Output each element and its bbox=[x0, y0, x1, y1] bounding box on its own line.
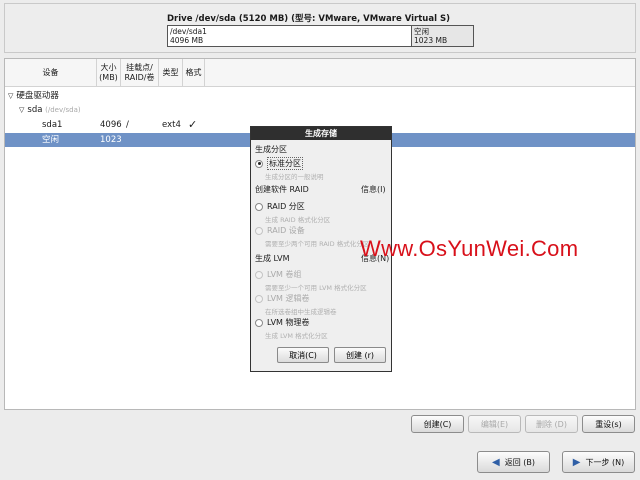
radio-lvm-physical-volume[interactable]: LVM 物理卷 bbox=[255, 317, 310, 328]
option-label: LVM 逻辑卷 bbox=[267, 294, 310, 303]
option-description: 生成分区的一般说明 bbox=[265, 173, 324, 181]
partition-segment-free[interactable]: 空闲 1023 MB bbox=[412, 26, 473, 46]
radio-lvm-volume-group[interactable]: LVM 卷组 bbox=[255, 269, 302, 280]
reset-button[interactable]: 重设(s) bbox=[582, 415, 635, 433]
cell-mount: / bbox=[126, 120, 129, 130]
drive-overview: Drive /dev/sda (5120 MB) (型号: VMware, VM… bbox=[4, 3, 636, 53]
radio-unselected-icon[interactable] bbox=[255, 318, 263, 327]
next-label: 下一步 (N) bbox=[585, 457, 625, 467]
column-header-mount[interactable]: 挂载点/ RAID/卷 bbox=[121, 59, 159, 87]
option-description: 生成 RAID 格式化分区 bbox=[265, 216, 331, 224]
arrow-right-icon: ▶ bbox=[572, 456, 581, 468]
option-label: RAID 设备 bbox=[267, 226, 305, 235]
option-description: 需要至少一个可用 LVM 格式化分区 bbox=[265, 284, 367, 292]
radio-selected-icon[interactable] bbox=[255, 159, 263, 168]
option-label: RAID 分区 bbox=[267, 202, 305, 211]
delete-button[interactable]: 删除 (D) bbox=[525, 415, 578, 433]
option-description: 在所选卷组中生成逻辑卷 bbox=[265, 308, 337, 316]
partition-segment-sda1[interactable]: /dev/sda1 4096 MB bbox=[168, 26, 412, 46]
column-header-device[interactable]: 设备 bbox=[5, 59, 97, 87]
dialog-cancel-button[interactable]: 取消(C) bbox=[277, 347, 329, 363]
segment-size: 1023 MB bbox=[414, 36, 448, 45]
cell-device: 空闲 bbox=[42, 135, 60, 145]
row-label: sda bbox=[27, 105, 43, 115]
radio-lvm-logical-volume[interactable]: LVM 逻辑卷 bbox=[255, 293, 310, 304]
dialog-title: 生成存储 bbox=[251, 127, 391, 140]
radio-raid-device[interactable]: RAID 设备 bbox=[255, 225, 305, 236]
radio-unselected-icon[interactable] bbox=[255, 202, 263, 211]
expander-triangle-icon[interactable]: ▽ bbox=[8, 89, 13, 103]
table-row-hard-drives[interactable]: ▽ 硬盘驱动器 bbox=[5, 89, 635, 103]
edit-button[interactable]: 编辑(E) bbox=[468, 415, 521, 433]
table-row-sda[interactable]: ▽ sda (/dev/sda) bbox=[5, 103, 635, 117]
next-button[interactable]: ▶ 下一步 (N) bbox=[562, 451, 635, 473]
disk-path: (/dev/sda) bbox=[45, 106, 81, 114]
cell-device: sda1 bbox=[42, 120, 63, 130]
section-create-lvm: 生成 LVM bbox=[255, 254, 290, 263]
cell-type: ext4 bbox=[162, 120, 181, 130]
option-description: 生成 LVM 格式化分区 bbox=[265, 332, 328, 340]
cell-size: 1023 bbox=[100, 135, 122, 145]
option-label: LVM 物理卷 bbox=[267, 318, 310, 327]
radio-raid-partition[interactable]: RAID 分区 bbox=[255, 201, 305, 212]
segment-name: 空闲 bbox=[414, 27, 429, 36]
radio-unselected-icon[interactable] bbox=[255, 270, 263, 279]
column-header-size[interactable]: 大小 (MB) bbox=[97, 59, 121, 87]
drive-partition-bar: /dev/sda1 4096 MB 空闲 1023 MB bbox=[167, 25, 474, 47]
back-label: 返回 (B) bbox=[504, 457, 535, 467]
section-create-partition: 生成分区 bbox=[255, 145, 287, 154]
create-button[interactable]: 创建(C) bbox=[411, 415, 464, 433]
option-label: LVM 卷组 bbox=[267, 270, 302, 279]
info-raid-link[interactable]: 信息(I) bbox=[361, 184, 386, 195]
segment-size: 4096 MB bbox=[170, 36, 204, 45]
cell-size: 4096 bbox=[100, 120, 122, 130]
radio-unselected-icon[interactable] bbox=[255, 294, 263, 303]
row-label: 硬盘驱动器 bbox=[16, 91, 59, 101]
option-description: 需要至少两个可用 RAID 格式化分区 bbox=[265, 240, 370, 248]
format-check-icon: ✓ bbox=[188, 118, 198, 131]
column-header-type[interactable]: 类型 bbox=[159, 59, 183, 87]
segment-name: /dev/sda1 bbox=[170, 27, 207, 36]
watermark-text: Www.OsYunWei.Com bbox=[360, 236, 579, 261]
expander-triangle-icon[interactable]: ▽ bbox=[19, 103, 24, 117]
section-create-raid: 创建软件 RAID bbox=[255, 185, 309, 194]
back-button[interactable]: ◀ 返回 (B) bbox=[477, 451, 550, 473]
radio-unselected-icon[interactable] bbox=[255, 226, 263, 235]
table-header: 设备 大小 (MB) 挂载点/ RAID/卷 类型 格式 bbox=[5, 59, 635, 87]
dialog-create-button[interactable]: 创建 (r) bbox=[334, 347, 386, 363]
drive-title: Drive /dev/sda (5120 MB) (型号: VMware, VM… bbox=[167, 14, 450, 24]
option-label: 标准分区 bbox=[267, 157, 303, 170]
column-header-format[interactable]: 格式 bbox=[183, 59, 205, 87]
arrow-left-icon: ◀ bbox=[492, 456, 500, 468]
radio-standard-partition[interactable]: 标准分区 bbox=[255, 157, 303, 170]
